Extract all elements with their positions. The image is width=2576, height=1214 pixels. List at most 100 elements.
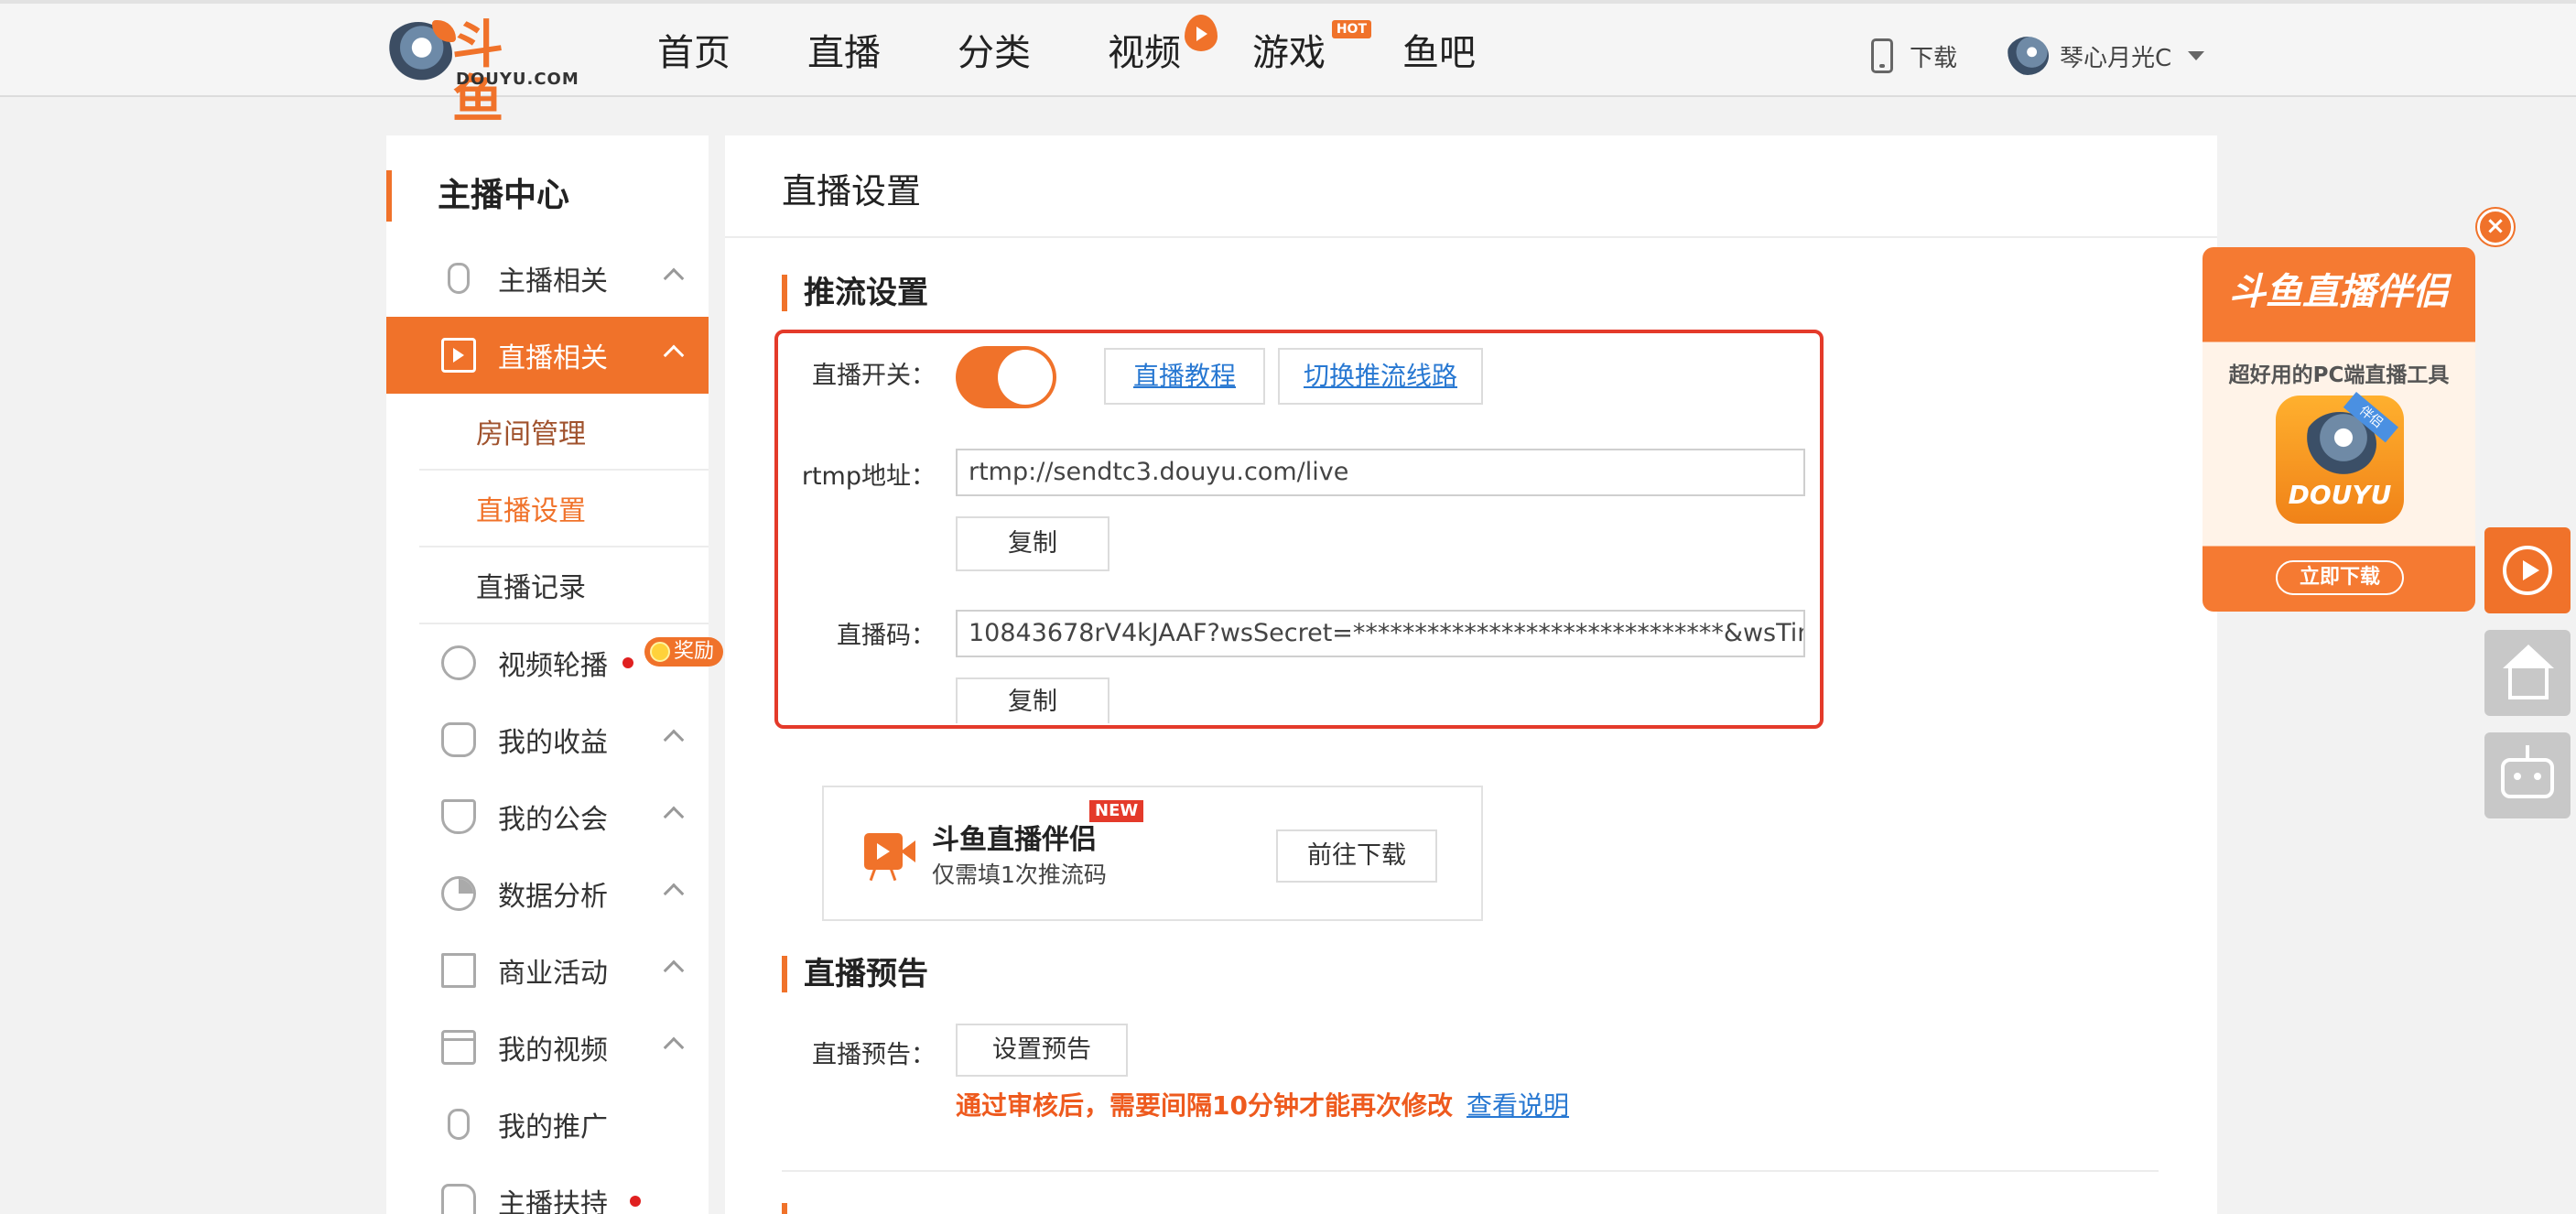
companion-ad[interactable]: 斗鱼直播伴侣 超好用的PC端直播工具 DOUYU 伴侣 立即下载: [2203, 247, 2475, 612]
sidebar-item-label: 商业活动: [498, 958, 608, 990]
chevron-up-icon: [663, 959, 685, 981]
nav-fishbar[interactable]: 鱼吧: [1402, 27, 1476, 79]
sidebar-item-my-videos[interactable]: 我的视频: [386, 1009, 709, 1086]
reward-badge-label: 奖励: [674, 640, 715, 663]
chevron-up-icon: [663, 883, 685, 905]
sidebar-item-label: 主播扶持: [498, 1188, 608, 1214]
video-icon: [441, 338, 476, 373]
copy-rtmp-button[interactable]: 复制: [956, 516, 1109, 571]
main-nav: 首页 直播 分类 视频 游戏 HOT 鱼吧: [657, 15, 1553, 79]
copy-code-button[interactable]: 复制: [956, 677, 1109, 723]
camera-icon: [864, 828, 915, 882]
user-name[interactable]: 琴心月光C: [2060, 39, 2171, 73]
app-brand: DOUYU: [2288, 480, 2392, 510]
logo-subtext: DOUYU.COM: [456, 70, 579, 89]
sidebar-item-label: 视频轮播: [498, 650, 608, 682]
stream-code-label: 直播码：: [837, 622, 936, 650]
sidebar-item-business[interactable]: 商业活动: [386, 932, 709, 1009]
chevron-up-icon: [663, 1036, 685, 1058]
sidebar-subitem-settings[interactable]: 直播设置: [419, 471, 709, 547]
rtmp-label: rtmp地址：: [801, 462, 936, 491]
microphone-icon: [448, 263, 470, 294]
douyu-logo[interactable]: 斗鱼 DOUYU.COM: [384, 18, 579, 128]
robot-tool-button[interactable]: [2484, 732, 2571, 818]
page-title: 直播设置: [782, 171, 922, 211]
sidebar-item-label: 我的公会: [498, 804, 608, 836]
live-switch-label: 直播开关：: [812, 362, 936, 390]
nav-game[interactable]: 游戏 HOT: [1252, 20, 1371, 79]
sidebar-item-earnings[interactable]: 我的收益: [386, 701, 709, 778]
reel-icon: [441, 645, 476, 680]
review-warning: 通过审核后，需要间隔10分钟才能再次修改: [956, 1090, 1453, 1121]
sidebar-item-guild[interactable]: 我的公会: [386, 778, 709, 855]
home-icon: [2503, 645, 2554, 668]
sidebar-subitem-room[interactable]: 房间管理: [419, 394, 709, 471]
sidebar-item-label: 我的收益: [498, 727, 608, 759]
stream-code-field[interactable]: 10843678rV4kJAAF?wsSecret=**************…: [956, 610, 1805, 657]
tutorial-link[interactable]: 直播教程: [1104, 348, 1265, 405]
ad-subtitle: 超好用的PC端直播工具: [2228, 363, 2450, 387]
sidebar: 主播中心 主播相关 直播相关 房间管理 直播设置 直播记录 视频轮播 奖励 我的…: [386, 135, 724, 1214]
download-link[interactable]: 下载: [1910, 39, 1957, 73]
header-right: 下载 琴心月光C: [1871, 37, 2205, 75]
rtmp-address-field[interactable]: rtmp://sendtc3.douyu.com/live: [956, 449, 1805, 496]
nav-home[interactable]: 首页: [657, 27, 731, 79]
new-badge: NEW: [1089, 800, 1144, 822]
notification-dot: [630, 1196, 641, 1207]
avatar[interactable]: [2007, 37, 2050, 75]
ad-download-button[interactable]: 立即下载: [2276, 560, 2404, 595]
coin-icon: [650, 642, 670, 662]
title-divider: [725, 236, 2217, 238]
robot-icon: [2501, 758, 2554, 798]
close-icon[interactable]: ×: [2477, 209, 2514, 245]
live-switch-toggle[interactable]: [956, 346, 1056, 408]
sidebar-item-label: 我的视频: [498, 1035, 608, 1067]
clapper-icon: [441, 1030, 476, 1065]
building-icon: [441, 953, 476, 988]
phone-icon[interactable]: [1871, 38, 1893, 73]
view-instructions-link[interactable]: 查看说明: [1467, 1086, 1569, 1122]
pie-chart-icon: [441, 876, 476, 911]
ad-title: 斗鱼直播伴侣: [2229, 271, 2449, 313]
nav-video[interactable]: 视频: [1108, 15, 1218, 79]
sidebar-item-live[interactable]: 直播相关: [386, 317, 709, 394]
main-panel: 直播设置 推流设置 直播开关： 直播教程 切换推流线路 rtmp地址： rtmp…: [725, 135, 2217, 1214]
app-icon: DOUYU 伴侣: [2276, 392, 2404, 524]
chevron-down-icon[interactable]: [2188, 51, 2205, 60]
sidebar-subitem-records[interactable]: 直播记录: [419, 547, 709, 624]
sidebar-list: 主播相关 直播相关 房间管理 直播设置 直播记录 视频轮播 奖励 我的收益 我的…: [386, 240, 724, 1214]
money-bag-icon: [441, 722, 476, 757]
home-tool-button[interactable]: [2484, 630, 2571, 716]
nav-game-label: 游戏: [1252, 32, 1326, 74]
stream-section-title: 推流设置: [782, 275, 928, 311]
nav-live[interactable]: 直播: [807, 27, 881, 79]
promo-title: 斗鱼直播伴侣: [932, 824, 1097, 856]
sidebar-item-analytics[interactable]: 数据分析: [386, 855, 709, 932]
section-divider: [782, 1170, 2159, 1172]
play-circle-icon: [2503, 546, 2552, 595]
preview-section-title: 直播预告: [782, 956, 928, 992]
notification-dot: [622, 657, 633, 668]
next-section-title: [782, 1203, 965, 1214]
sidebar-item-anchor[interactable]: 主播相关: [386, 240, 709, 317]
promo-subtitle: 仅需填1次推流码: [932, 862, 1107, 888]
nav-video-label: 视频: [1108, 32, 1181, 74]
sidebar-item-label: 主播相关: [498, 266, 608, 298]
preview-label: 直播预告：: [812, 1041, 936, 1069]
sidebar-item-label: 我的推广: [498, 1111, 608, 1144]
sidebar-item-support[interactable]: 主播扶持: [386, 1163, 709, 1214]
sidebar-item-promotion[interactable]: 我的推广: [386, 1086, 709, 1163]
switch-route-link[interactable]: 切换推流线路: [1278, 348, 1483, 405]
sidebar-item-label: 数据分析: [498, 881, 608, 913]
shield-icon: [441, 799, 476, 834]
chevron-up-icon: [663, 344, 685, 366]
sidebar-item-video-carousel[interactable]: 视频轮播 奖励: [386, 624, 724, 701]
record-tool-button[interactable]: [2484, 527, 2571, 613]
microphone-icon: [448, 1109, 470, 1140]
set-preview-button[interactable]: 设置预告: [956, 1024, 1128, 1077]
flame-play-icon: [1185, 15, 1218, 51]
sidebar-title: 主播中心: [386, 170, 709, 222]
nav-category[interactable]: 分类: [958, 27, 1031, 79]
go-download-button[interactable]: 前往下载: [1276, 829, 1437, 883]
reward-badge: 奖励: [644, 637, 724, 667]
